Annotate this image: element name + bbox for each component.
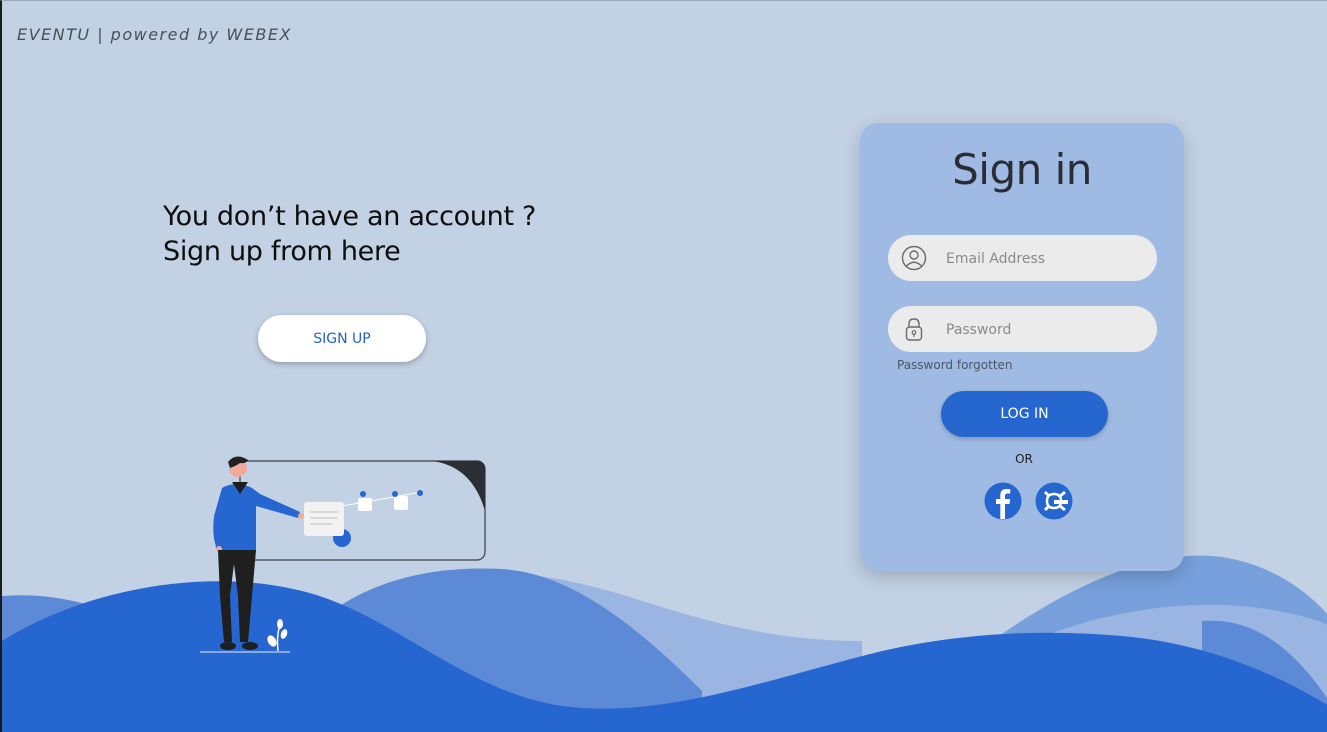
login-button[interactable]: LOG IN xyxy=(941,391,1108,437)
lock-icon xyxy=(905,318,923,341)
email-input[interactable] xyxy=(944,235,1148,283)
card-white-2 xyxy=(394,496,408,510)
document-card xyxy=(304,502,344,536)
signin-page: EVENTU | powered by WEBEX You don’t have… xyxy=(0,0,1327,732)
password-input[interactable] xyxy=(944,306,1148,354)
brand-title: EVENTU | powered by WEBEX xyxy=(17,25,292,44)
signup-promo: You don’t have an account ? Sign up from… xyxy=(163,199,536,269)
facebook-icon[interactable] xyxy=(984,482,1022,520)
signup-button[interactable]: SIGN UP xyxy=(258,315,426,362)
email-field[interactable] xyxy=(888,235,1157,283)
password-forgotten-link[interactable]: Password forgotten xyxy=(897,358,1013,372)
or-divider: OR xyxy=(1015,452,1033,466)
screen-corner xyxy=(432,461,485,511)
person-torso xyxy=(214,484,300,550)
google-icon[interactable] xyxy=(1035,482,1073,520)
password-field[interactable] xyxy=(888,306,1157,354)
person-legs xyxy=(218,550,256,642)
user-icon xyxy=(901,245,927,271)
signin-card: Sign in Password forgotten LOG IN OR xyxy=(860,123,1184,571)
promo-line-2: Sign up from here xyxy=(163,236,401,267)
signin-title: Sign in xyxy=(952,145,1092,194)
promo-line-1: You don’t have an account ? xyxy=(163,201,537,232)
card-white-1 xyxy=(358,498,372,511)
presenter-illustration xyxy=(200,456,486,653)
